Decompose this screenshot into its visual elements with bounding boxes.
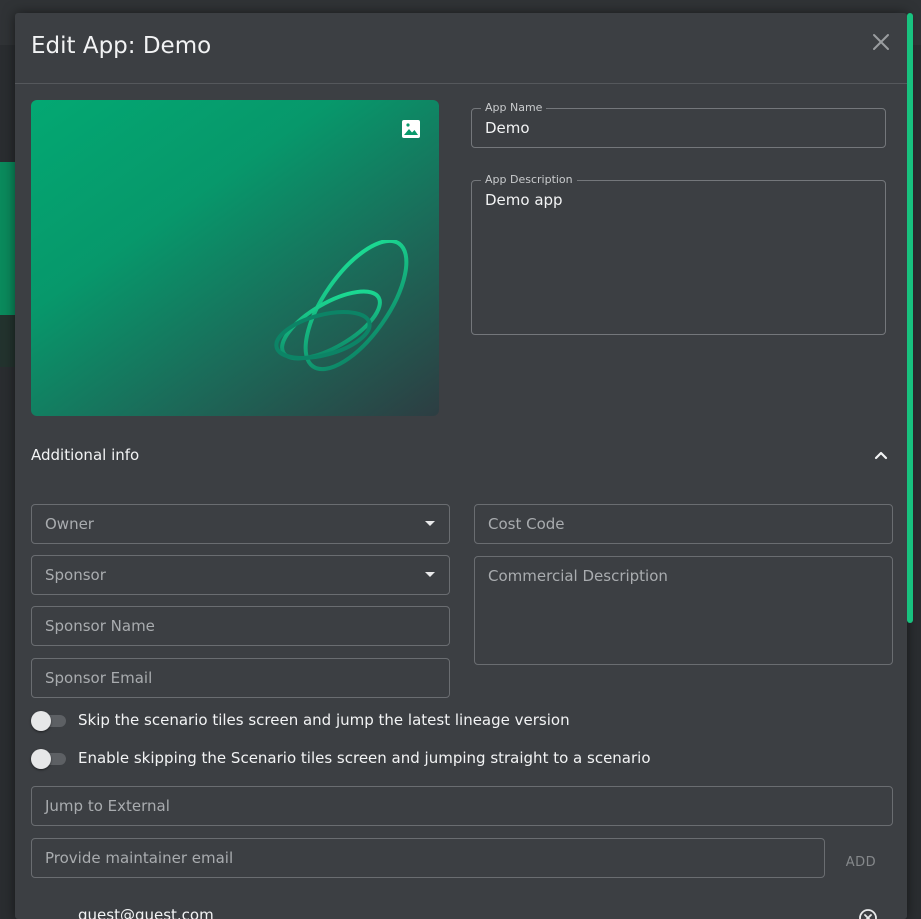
jump-to-external-input[interactable]: Jump to External bbox=[31, 786, 893, 826]
background-dark-panel bbox=[0, 315, 16, 367]
additional-info-title: Additional info bbox=[31, 446, 140, 464]
remove-circle-icon bbox=[859, 909, 877, 919]
close-icon bbox=[873, 34, 889, 50]
cost-code-placeholder: Cost Code bbox=[488, 515, 565, 533]
app-description-field[interactable]: App Description Demo app bbox=[471, 173, 886, 335]
sponsor-select[interactable]: Sponsor bbox=[31, 555, 450, 595]
close-button[interactable] bbox=[868, 29, 894, 55]
sponsor-email-placeholder: Sponsor Email bbox=[45, 669, 153, 687]
caret-down-icon bbox=[425, 572, 435, 577]
background-green-panel bbox=[0, 162, 16, 315]
skip-tiles-label: Skip the scenario tiles screen and jump … bbox=[78, 711, 570, 729]
enable-skip-to-scenario-label: Enable skipping the Scenario tiles scree… bbox=[78, 749, 651, 767]
maintainer-email-input[interactable]: Provide maintainer email bbox=[31, 838, 825, 878]
collapse-additional-info-button[interactable] bbox=[872, 446, 890, 464]
scrollbar-thumb[interactable] bbox=[907, 13, 913, 623]
owner-placeholder: Owner bbox=[45, 515, 94, 533]
remove-maintainer-button[interactable] bbox=[858, 908, 878, 919]
app-name-field[interactable]: App Name Demo bbox=[471, 101, 886, 148]
owner-select[interactable]: Owner bbox=[31, 504, 450, 544]
sponsor-name-placeholder: Sponsor Name bbox=[45, 617, 155, 635]
add-maintainer-button[interactable]: ADD bbox=[833, 849, 889, 877]
enable-skip-to-scenario-toggle[interactable] bbox=[31, 749, 66, 769]
app-description-value: Demo app bbox=[485, 191, 563, 209]
image-icon bbox=[402, 120, 420, 138]
cost-code-input[interactable]: Cost Code bbox=[474, 504, 893, 544]
app-name-label: App Name bbox=[481, 101, 547, 115]
dialog-title: Edit App: Demo bbox=[31, 33, 212, 59]
jump-to-external-placeholder: Jump to External bbox=[45, 797, 170, 815]
sponsor-placeholder: Sponsor bbox=[45, 566, 106, 584]
app-logo-icon bbox=[274, 240, 409, 372]
commercial-description-input[interactable]: Commercial Description bbox=[474, 556, 893, 665]
app-name-value: Demo bbox=[485, 119, 530, 137]
toggle-thumb bbox=[31, 749, 51, 769]
caret-down-icon bbox=[425, 521, 435, 526]
app-description-label: App Description bbox=[481, 173, 577, 187]
skip-tiles-toggle[interactable] bbox=[31, 711, 66, 731]
app-image bbox=[31, 100, 439, 416]
dialog-header: Edit App: Demo bbox=[15, 13, 907, 84]
edit-app-dialog: Edit App: Demo App Name Demo App Descrip… bbox=[15, 13, 907, 919]
sponsor-name-input[interactable]: Sponsor Name bbox=[31, 606, 450, 646]
sponsor-email-input[interactable]: Sponsor Email bbox=[31, 658, 450, 698]
chevron-up-icon bbox=[874, 451, 888, 460]
toggle-thumb bbox=[31, 711, 51, 731]
change-image-button[interactable] bbox=[400, 118, 422, 140]
commercial-description-placeholder: Commercial Description bbox=[488, 567, 668, 585]
maintainer-email-placeholder: Provide maintainer email bbox=[45, 849, 234, 867]
maintainer-list-item: guest@guest.com bbox=[78, 906, 214, 919]
